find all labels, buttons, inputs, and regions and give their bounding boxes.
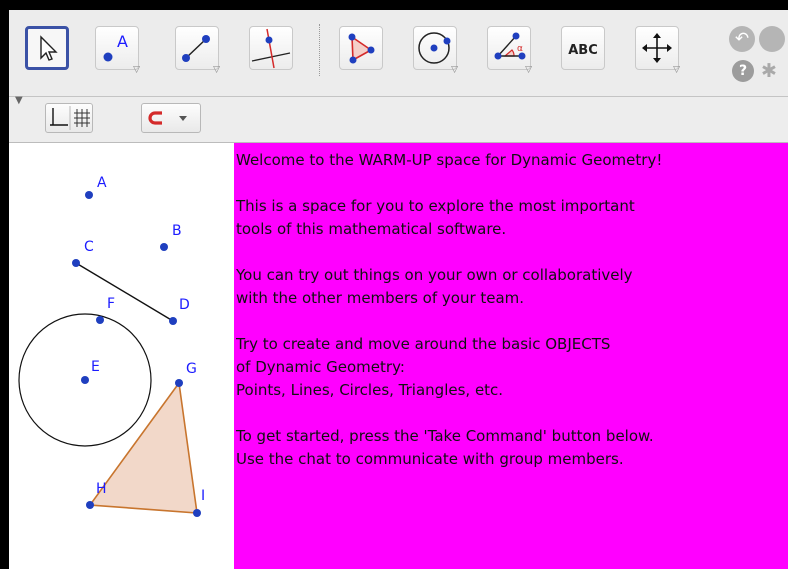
point-d[interactable]	[169, 317, 177, 325]
window-frame-top	[0, 0, 788, 10]
point-b[interactable]	[160, 243, 168, 251]
instructions-panel: Welcome to the WARM-UP space for Dynamic…	[234, 143, 788, 569]
instruction-line: You can try out things on your own or co…	[236, 266, 633, 284]
point-g-label: G	[186, 361, 197, 377]
segment-tool-button[interactable]: ▽	[175, 26, 220, 75]
circle-tool-button[interactable]: ▽	[413, 26, 458, 75]
dropdown-triangle-icon: ▽	[451, 65, 458, 75]
point-capturing-dropdown[interactable]	[141, 103, 201, 133]
point-tool-button[interactable]: A ▽	[95, 26, 140, 75]
polygon-tool-button[interactable]	[339, 26, 383, 70]
circle-with-center-icon	[418, 32, 451, 64]
point-e[interactable]	[81, 376, 89, 384]
angle-icon: α	[494, 32, 526, 60]
cursor-arrow-icon	[40, 35, 58, 61]
point-f[interactable]	[96, 316, 104, 324]
text-tool-label: ABC	[568, 43, 598, 58]
grid-toggle-icon[interactable]	[74, 109, 90, 127]
style-bar: ▼	[9, 95, 788, 143]
undo-icon[interactable]: ↶	[729, 26, 755, 52]
axes-toggle-icon[interactable]	[50, 108, 68, 126]
instruction-line: of Dynamic Geometry:	[236, 358, 405, 376]
geogebra-window: A ▽ ▽ ▽ α ▽ ABC ▽ ↶ ? ✱ ▼ A B C D E F G …	[0, 0, 788, 569]
segment-cd[interactable]	[75, 262, 174, 322]
toolbar-separator	[319, 24, 320, 76]
gear-icon[interactable]: ✱	[761, 60, 777, 82]
instruction-line: To get started, press the 'Take Command'…	[236, 427, 654, 445]
point-g[interactable]	[175, 379, 183, 387]
dropdown-triangle-icon: ▽	[673, 65, 680, 75]
point-a-label: A	[97, 175, 107, 191]
point-i[interactable]	[193, 509, 201, 517]
point-a[interactable]	[85, 191, 93, 199]
instruction-line: This is a space for you to explore the m…	[236, 197, 635, 215]
move-tool-button[interactable]	[25, 26, 69, 70]
point-f-label: F	[107, 296, 115, 312]
welcome-line: Welcome to the WARM-UP space for Dynamic…	[236, 151, 663, 169]
style-bar-toggle-icon[interactable]: ▼	[15, 95, 23, 106]
instruction-line: Try to create and move around the basic …	[236, 335, 611, 353]
move-graphics-view-icon	[642, 33, 672, 63]
geometry-canvas[interactable]: A B C D E F G H I	[9, 143, 234, 569]
angle-alpha-label: α	[517, 44, 523, 54]
perpendicular-line-tool-button[interactable]	[249, 26, 293, 70]
point-h-label: H	[96, 481, 107, 497]
instruction-line: with the other members of your team.	[236, 289, 525, 307]
help-button[interactable]: ?	[732, 60, 754, 82]
toolbar: A ▽ ▽ ▽ α ▽ ABC ▽ ↶ ? ✱	[9, 10, 788, 97]
window-frame-left	[0, 0, 9, 569]
point-capturing-icon	[148, 111, 187, 125]
point-d-label: D	[179, 297, 190, 313]
point-c[interactable]	[72, 259, 80, 267]
point-c-label: C	[84, 239, 94, 255]
axes-and-grid-toggle-group	[45, 103, 93, 133]
instruction-line: Use the chat to communicate with group m…	[236, 450, 624, 468]
point-b-label: B	[172, 223, 182, 239]
move-graphics-view-tool-button[interactable]: ▽	[635, 26, 680, 75]
instruction-line: Points, Lines, Circles, Triangles, etc.	[236, 381, 504, 399]
segment-icon	[182, 35, 210, 62]
point-icon: A	[103, 32, 128, 62]
instruction-line: tools of this mathematical software.	[236, 220, 507, 238]
text-tool-button[interactable]: ABC	[561, 26, 605, 70]
perpendicular-line-icon	[251, 28, 291, 69]
dropdown-triangle-icon: ▽	[213, 65, 220, 75]
angle-tool-button[interactable]: α ▽	[487, 26, 532, 75]
dropdown-triangle-icon: ▽	[133, 65, 140, 75]
point-e-label: E	[91, 359, 100, 375]
dropdown-triangle-icon: ▽	[525, 65, 532, 75]
text-tool-icon: ABC	[568, 43, 598, 58]
point-h[interactable]	[86, 501, 94, 509]
redo-icon[interactable]	[759, 26, 785, 52]
graphics-view[interactable]: A B C D E F G H I	[9, 143, 234, 569]
point-tool-label: A	[117, 32, 128, 51]
polygon-icon	[348, 33, 375, 64]
point-i-label: I	[201, 488, 205, 504]
